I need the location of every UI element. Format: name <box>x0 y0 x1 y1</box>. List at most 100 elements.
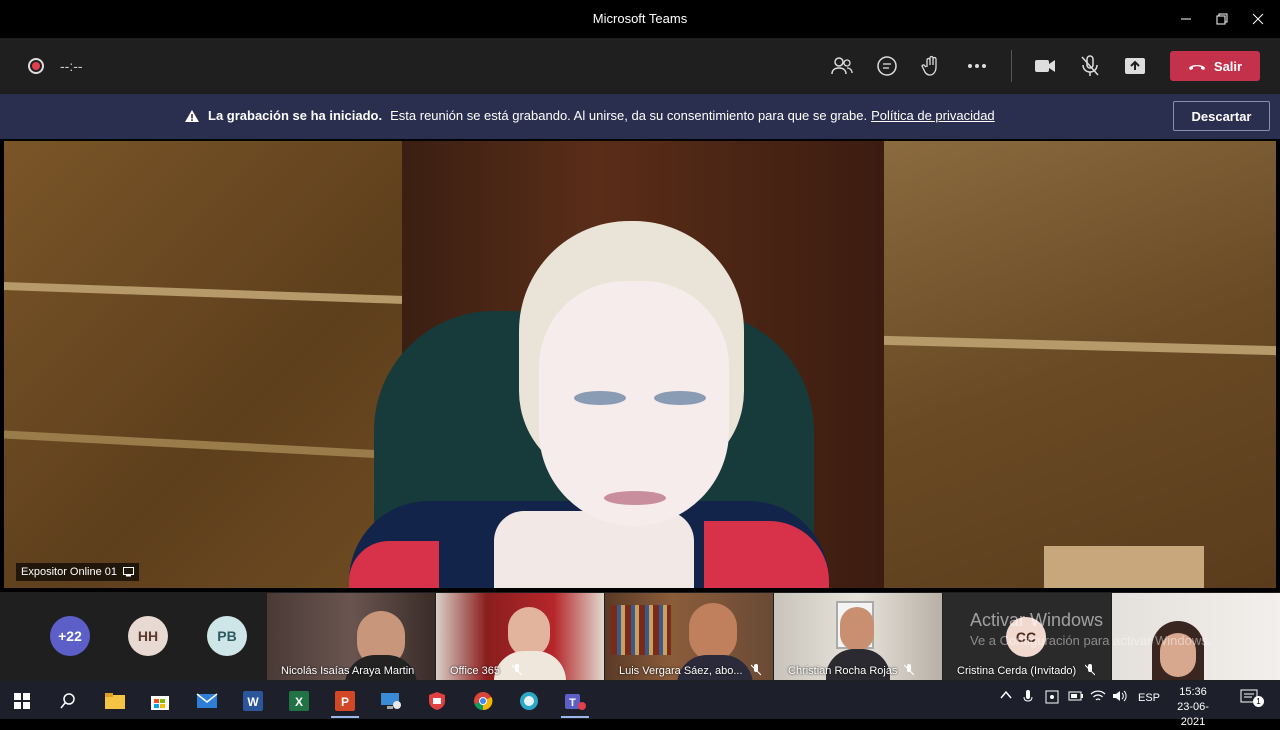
privacy-policy-link[interactable]: Política de privacidad <box>871 108 995 123</box>
participant-tile[interactable]: Christian Rocha Rojas <box>774 593 942 680</box>
security-icon <box>1045 690 1059 704</box>
search-button[interactable] <box>48 684 88 718</box>
presenter-name-tag: Expositor Online 01 <box>16 563 139 581</box>
windows-logo-icon <box>14 693 30 709</box>
mic-button[interactable] <box>1076 52 1104 80</box>
windows-taskbar: W X P T ESP 15:36 23-06-2021 1 <box>0 681 1280 728</box>
maximize-button[interactable] <box>1204 4 1240 34</box>
participant-video <box>494 651 566 680</box>
volume-button[interactable] <box>1112 690 1128 705</box>
mic-off-icon <box>512 664 522 676</box>
avatar-label: +22 <box>58 628 82 644</box>
search-icon <box>60 693 75 709</box>
participants-icon <box>831 57 853 75</box>
banner-title: La grabación se ha iniciado. <box>208 108 383 123</box>
avatar-label: PB <box>217 628 237 644</box>
file-explorer-button[interactable] <box>95 684 135 718</box>
reactions-button[interactable] <box>918 52 946 80</box>
mic-off-icon <box>1085 664 1095 676</box>
store-button[interactable] <box>140 684 180 718</box>
chat-button[interactable] <box>873 52 901 80</box>
clock-time: 15:36 <box>1179 686 1207 698</box>
mic-off-icon <box>1081 55 1099 76</box>
show-hidden-icons-button[interactable] <box>1000 690 1012 703</box>
participant-tile[interactable]: Nicolás Isaías Araya Martin <box>267 593 435 680</box>
remote-desktop-button[interactable] <box>371 684 411 718</box>
window-title: Microsoft Teams <box>592 11 688 26</box>
word-icon: W <box>243 691 263 711</box>
camera-icon <box>1035 60 1055 72</box>
avatar[interactable]: HH <box>128 616 168 656</box>
bookshelf <box>611 605 671 655</box>
recording-icon <box>28 58 44 74</box>
avatar[interactable]: PB <box>207 616 247 656</box>
volume-icon <box>1113 690 1127 702</box>
powerpoint-button[interactable]: P <box>325 684 365 718</box>
title-bar: Microsoft Teams <box>0 0 1280 38</box>
svg-text:P: P <box>341 695 349 709</box>
leave-button[interactable]: Salir <box>1170 51 1260 81</box>
battery-button[interactable] <box>1068 690 1084 705</box>
share-button[interactable] <box>1121 52 1149 80</box>
network-button[interactable] <box>1090 690 1106 705</box>
close-icon <box>1252 13 1264 25</box>
notification-count: 1 <box>1253 696 1264 707</box>
tray-mic[interactable] <box>1023 690 1033 707</box>
screen-icon <box>123 567 134 577</box>
toolbar-divider <box>1011 50 1012 82</box>
mail-button[interactable] <box>187 684 227 718</box>
remote-desktop-icon <box>381 693 401 709</box>
restore-icon <box>1216 13 1228 25</box>
desk <box>1044 546 1204 588</box>
activate-windows-hint: Ve a Configuración para activar Windows. <box>970 633 1212 648</box>
mail-icon <box>196 693 218 708</box>
chevron-up-icon <box>1000 690 1012 699</box>
person-eye <box>574 391 626 405</box>
app-button[interactable] <box>509 684 549 718</box>
main-video: Expositor Online 01 <box>4 141 1276 588</box>
wood-panel-right <box>884 141 1276 588</box>
person-mouth <box>604 491 666 505</box>
minimize-button[interactable] <box>1168 4 1204 34</box>
microphone-icon <box>1023 690 1033 702</box>
svg-text:T: T <box>569 697 576 709</box>
word-button[interactable]: W <box>233 684 273 718</box>
participant-video <box>508 607 550 657</box>
camera-button[interactable] <box>1031 52 1059 80</box>
chat-icon <box>877 56 897 76</box>
participants-button[interactable] <box>828 52 856 80</box>
svg-text:W: W <box>247 695 259 709</box>
tray-app[interactable] <box>1045 690 1059 707</box>
chrome-icon <box>474 692 493 711</box>
teams-icon: T <box>565 694 586 710</box>
mic-off-icon <box>904 664 914 676</box>
clock-date: 23-06-2021 <box>1177 701 1209 728</box>
overflow-participants-button[interactable]: +22 <box>50 616 90 656</box>
notifications-button[interactable]: 1 <box>1240 689 1264 710</box>
dismiss-button[interactable]: Descartar <box>1173 101 1270 131</box>
more-icon <box>968 64 986 68</box>
meeting-toolbar: --:-- Salir <box>0 38 1280 94</box>
participant-tile[interactable]: Luis Vergara Sáez, abo... <box>605 593 773 680</box>
excel-button[interactable]: X <box>279 684 319 718</box>
participant-name: Luis Vergara Sáez, abo... <box>619 665 743 677</box>
participant-tile[interactable]: Office 365 <box>436 593 604 680</box>
more-options-button[interactable] <box>963 52 991 80</box>
person-eye <box>654 391 706 405</box>
wood-panel-left <box>4 141 404 588</box>
teams-button[interactable]: T <box>555 684 595 718</box>
browser-icon <box>520 692 538 710</box>
leave-label: Salir <box>1213 58 1243 74</box>
close-button[interactable] <box>1240 4 1276 34</box>
participant-name: Nicolás Isaías Araya Martin <box>281 665 415 677</box>
start-button[interactable] <box>2 684 42 718</box>
clock[interactable]: 15:36 23-06-2021 <box>1166 685 1220 730</box>
participant-name: Christian Rocha Rojas <box>788 665 898 677</box>
shield-icon <box>429 692 445 710</box>
app-button[interactable] <box>417 684 457 718</box>
language-indicator[interactable]: ESP <box>1138 692 1160 704</box>
powerpoint-icon: P <box>335 691 355 711</box>
activate-windows-watermark: Activar Windows <box>970 610 1104 630</box>
participant-video <box>840 607 874 651</box>
chrome-button[interactable] <box>463 684 503 718</box>
